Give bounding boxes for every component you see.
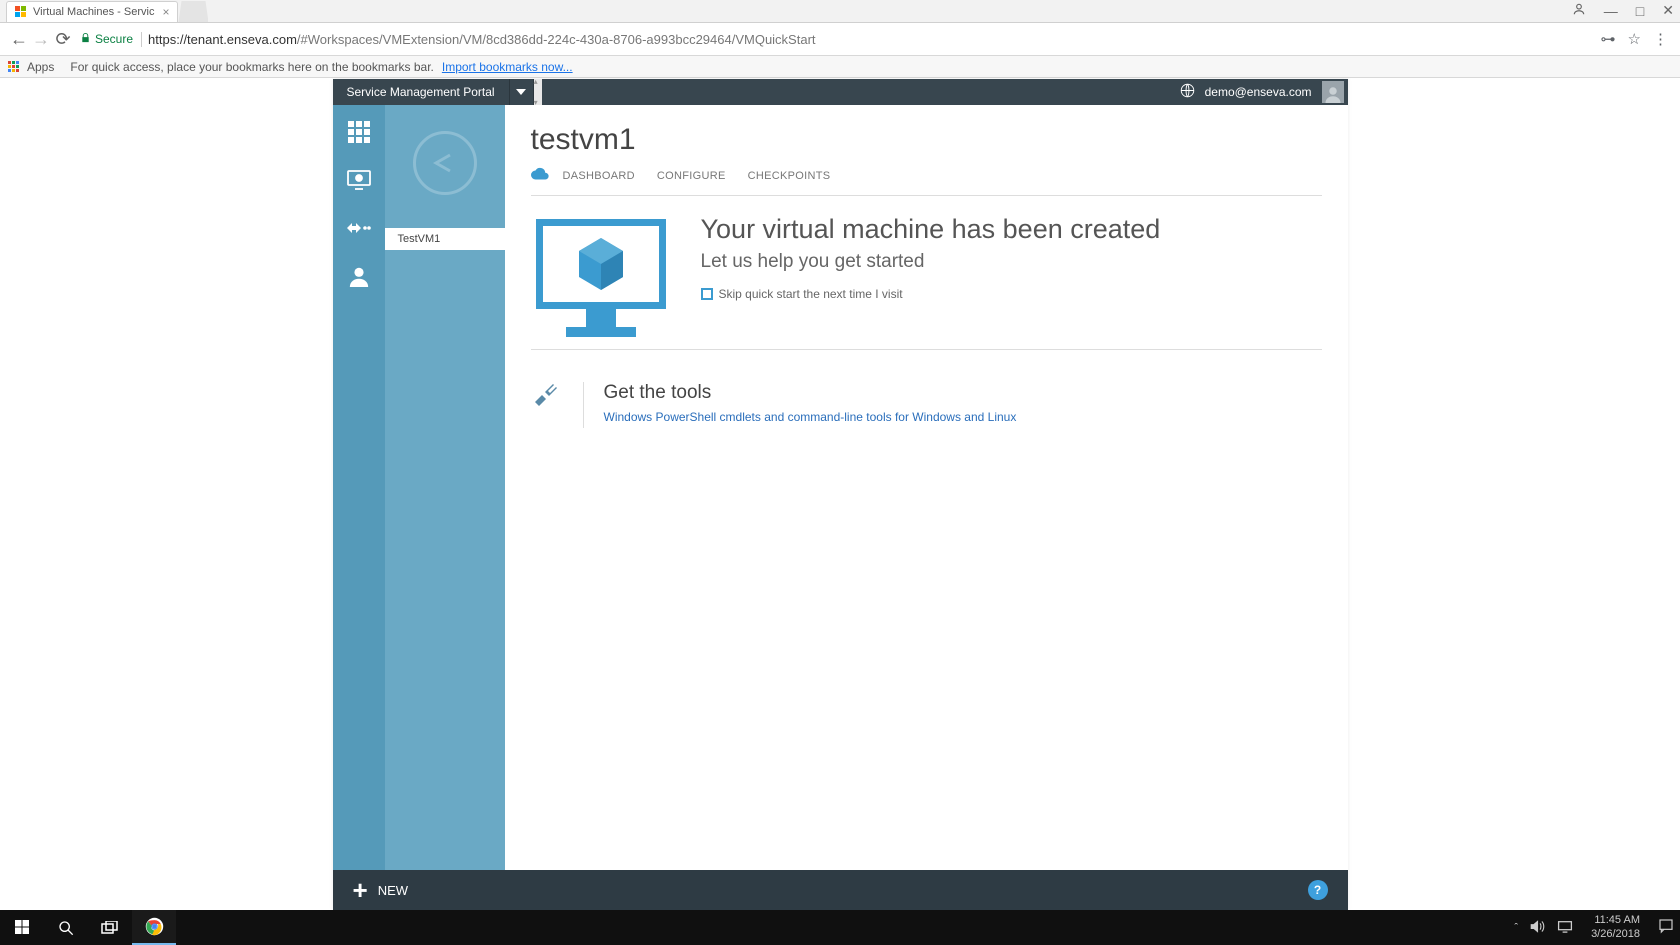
window-minimize[interactable]: — <box>1604 3 1618 19</box>
help-button[interactable]: ? <box>1308 880 1328 900</box>
checkbox-icon <box>701 288 713 300</box>
nav-forward-button[interactable]: → <box>30 29 52 50</box>
subnav-item-vm[interactable]: TestVM1 <box>385 228 505 250</box>
portal-app: Service Management Portal demo@enseva.co… <box>333 79 1348 910</box>
new-plus-icon[interactable]: + <box>353 877 368 903</box>
system-tray: ˆ 11:45 AM 3/26/2018 <box>1514 914 1680 940</box>
import-bookmarks-link[interactable]: Import bookmarks now... <box>442 60 573 74</box>
address-bar[interactable]: https://tenant.enseva.com/#Workspaces/VM… <box>148 32 1601 47</box>
tab-close-icon[interactable]: × <box>162 5 169 19</box>
tab-dashboard[interactable]: DASHBOARD <box>563 170 635 182</box>
quickstart-cloud-icon[interactable] <box>531 167 549 185</box>
skip-quickstart-label: Skip quick start the next time I visit <box>719 287 903 301</box>
rail-all-items-icon[interactable] <box>346 119 372 145</box>
bookmarks-bar: Apps For quick access, place your bookma… <box>0 56 1680 78</box>
portal-title[interactable]: Service Management Portal <box>333 79 510 105</box>
skip-quickstart-checkbox[interactable]: Skip quick start the next time I visit <box>701 287 1161 301</box>
taskbar-clock[interactable]: 11:45 AM 3/26/2018 <box>1585 914 1646 940</box>
header-scroll-indicator <box>534 79 542 105</box>
chrome-toolbar: ← → ⟳ Secure https://tenant.enseva.com/#… <box>0 23 1680 56</box>
nav-back-button[interactable]: ← <box>8 29 30 50</box>
windows-taskbar: ˆ 11:45 AM 3/26/2018 <box>0 910 1680 945</box>
bookmark-star-icon[interactable]: ☆ <box>1628 30 1641 48</box>
nav-reload-button[interactable]: ⟳ <box>52 29 74 50</box>
user-avatar[interactable] <box>1322 81 1344 103</box>
tools-section: Get the tools Windows PowerShell cmdlets… <box>531 350 1322 460</box>
rail-account-icon[interactable] <box>346 263 372 289</box>
back-circle-button[interactable] <box>413 131 477 195</box>
portal-body: TestVM1 testvm1 DASHBOARD CONFIGURE CHEC… <box>333 105 1348 870</box>
new-tab-button[interactable] <box>178 1 208 22</box>
content-area: testvm1 DASHBOARD CONFIGURE CHECKPOINTS <box>505 105 1348 870</box>
user-email[interactable]: demo@enseva.com <box>1205 85 1312 99</box>
tools-download-link[interactable]: Windows PowerShell cmdlets and command-l… <box>604 410 1017 424</box>
bookmark-hint-text: For quick access, place your bookmarks h… <box>70 60 434 74</box>
quickstart-text: Your virtual machine has been created Le… <box>701 214 1161 349</box>
apps-icon[interactable] <box>8 61 19 72</box>
secure-label: Secure <box>95 32 133 46</box>
start-button[interactable] <box>0 910 44 945</box>
left-rail <box>333 105 385 870</box>
task-view-button[interactable] <box>88 910 132 945</box>
portal-footer: + NEW ? <box>333 870 1348 910</box>
portal-header: Service Management Portal demo@enseva.co… <box>333 79 1348 105</box>
tray-volume-icon[interactable] <box>1530 920 1545 936</box>
action-center-icon[interactable] <box>1658 918 1674 937</box>
tab-checkpoints[interactable]: CHECKPOINTS <box>748 170 831 182</box>
lock-icon <box>80 32 91 47</box>
clock-time: 11:45 AM <box>1591 914 1640 927</box>
window-close[interactable]: ✕ <box>1662 2 1674 19</box>
page-title: testvm1 <box>531 123 1322 157</box>
chrome-menu-icon[interactable]: ⋮ <box>1653 30 1668 48</box>
tray-overflow-icon[interactable]: ˆ <box>1514 922 1518 934</box>
browser-viewport: Service Management Portal demo@enseva.co… <box>0 79 1680 910</box>
language-globe-icon[interactable] <box>1180 83 1195 101</box>
quickstart-heading: Your virtual machine has been created <box>701 214 1161 245</box>
new-button-label[interactable]: NEW <box>378 883 408 898</box>
window-maximize[interactable]: □ <box>1636 3 1644 19</box>
tools-wrench-icon <box>531 382 563 406</box>
url-host: https://tenant.enseva.com <box>148 32 297 47</box>
password-key-icon[interactable]: ⊶ <box>1601 30 1616 48</box>
tools-divider <box>583 382 584 428</box>
vm-monitor-illustration <box>531 214 671 349</box>
content-tabs: DASHBOARD CONFIGURE CHECKPOINTS <box>531 167 1322 196</box>
tab-title: Virtual Machines - Servic <box>33 6 154 18</box>
clock-date: 3/26/2018 <box>1591 928 1640 941</box>
browser-tab[interactable]: Virtual Machines - Servic × <box>6 1 178 22</box>
url-path: /#Workspaces/VMExtension/VM/8cd386dd-224… <box>297 32 816 47</box>
connection-secure-indicator[interactable]: Secure <box>80 32 142 47</box>
tab-configure[interactable]: CONFIGURE <box>657 170 726 182</box>
tray-network-icon[interactable] <box>1557 920 1573 936</box>
rail-network-icon[interactable] <box>346 215 372 241</box>
tab-favicon <box>15 6 27 18</box>
tools-heading: Get the tools <box>604 382 1017 404</box>
rail-vm-icon[interactable] <box>346 167 372 193</box>
search-button[interactable] <box>44 910 88 945</box>
quickstart-banner: Your virtual machine has been created Le… <box>531 196 1322 350</box>
sub-navigation: TestVM1 <box>385 105 505 870</box>
apps-label[interactable]: Apps <box>27 60 54 74</box>
chrome-profile-icon[interactable] <box>1572 2 1586 19</box>
quickstart-subheading: Let us help you get started <box>701 251 1161 273</box>
chrome-tab-strip: Virtual Machines - Servic × — □ ✕ <box>0 0 1680 23</box>
taskbar-chrome-button[interactable] <box>132 910 176 945</box>
portal-dropdown-chevron[interactable] <box>510 79 534 105</box>
